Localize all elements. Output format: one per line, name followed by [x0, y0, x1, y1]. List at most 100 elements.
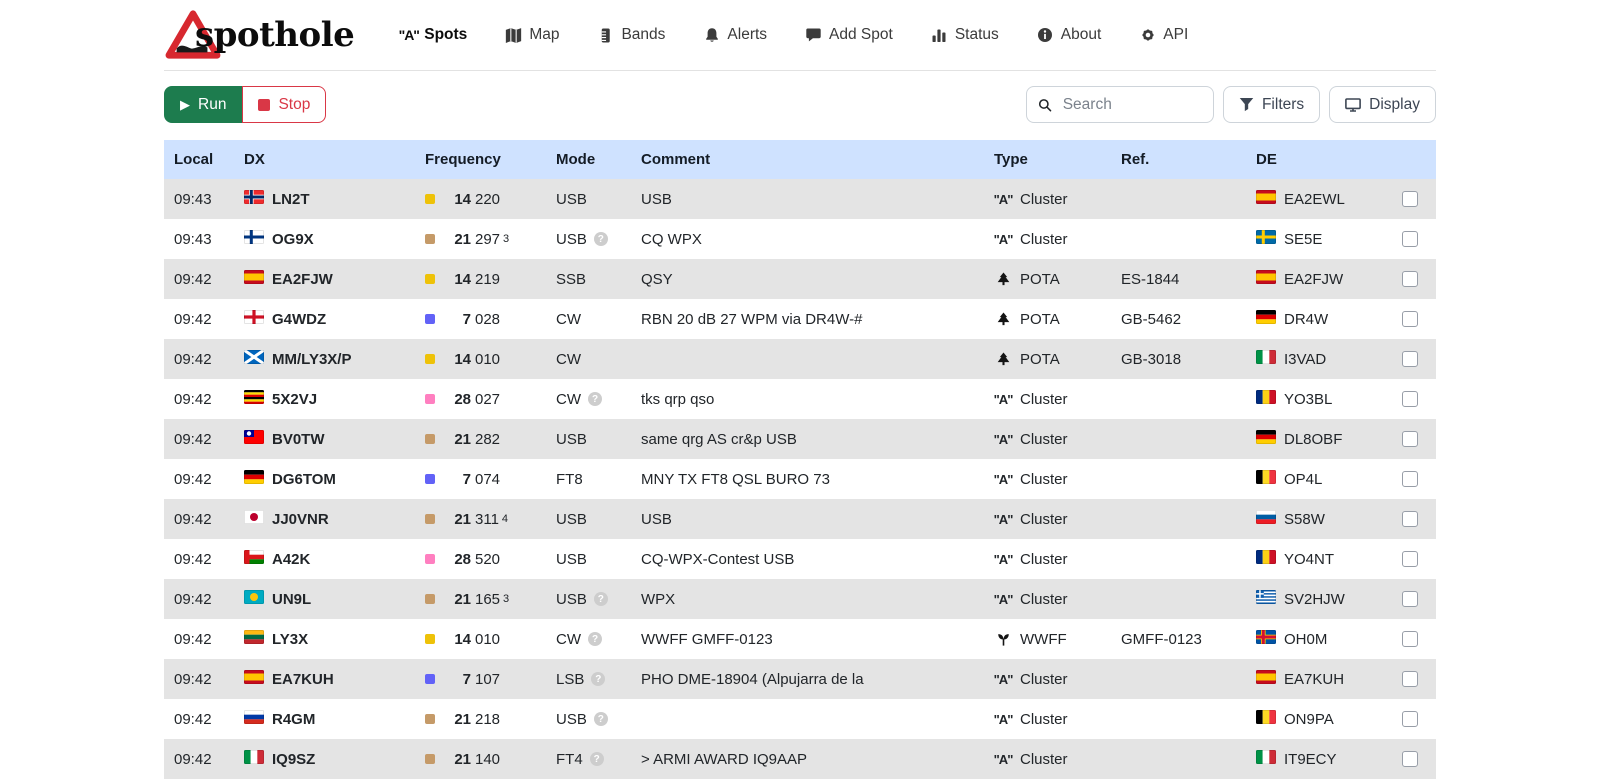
spot-comment: tks qrp qso: [631, 391, 984, 408]
stop-button[interactable]: Stop: [242, 86, 326, 123]
frequency-cell: 14 220: [417, 191, 546, 208]
spot-select-checkbox[interactable]: [1402, 471, 1418, 487]
frequency-khz: 140: [475, 751, 500, 768]
band-color-icon: [425, 394, 435, 404]
dx-flag-icon: [244, 270, 264, 288]
spot-select-checkbox[interactable]: [1402, 671, 1418, 687]
spots-icon: "A": [400, 27, 417, 44]
de-callsign[interactable]: YO3BL: [1284, 391, 1332, 408]
dx-callsign[interactable]: G4WDZ: [272, 311, 326, 328]
de-callsign[interactable]: SV2HJW: [1284, 591, 1345, 608]
mode-cell: SSB ?: [546, 271, 631, 288]
run-button[interactable]: ▶ Run: [164, 86, 242, 123]
de-callsign[interactable]: OP4L: [1284, 471, 1322, 488]
frequency-cell: 21 311 4: [417, 511, 546, 528]
spot-comment: MNY TX FT8 QSL BURO 73: [631, 471, 984, 488]
nav-item-add-spot[interactable]: Add Spot: [805, 26, 893, 44]
mode-help-icon[interactable]: ?: [594, 232, 608, 246]
dx-callsign[interactable]: EA7KUH: [272, 671, 334, 688]
mode-label: FT8: [556, 471, 583, 488]
dx-callsign[interactable]: BV0TW: [272, 431, 325, 448]
dx-callsign[interactable]: DG6TOM: [272, 471, 336, 488]
spot-select-checkbox[interactable]: [1402, 631, 1418, 647]
spot-ref: GMFF-0123: [1111, 631, 1246, 648]
spothole-logo[interactable]: spothole: [164, 9, 354, 61]
dx-callsign[interactable]: LY3X: [272, 631, 308, 648]
spot-select-checkbox[interactable]: [1402, 191, 1418, 207]
dx-cell: IQ9SZ: [234, 750, 417, 768]
de-callsign[interactable]: EA2EWL: [1284, 191, 1345, 208]
de-callsign[interactable]: DL8OBF: [1284, 431, 1342, 448]
frequency-mhz: 14: [448, 271, 471, 288]
nav-item-bands[interactable]: Bands: [597, 26, 665, 44]
nav-item-map[interactable]: Map: [505, 26, 559, 44]
de-callsign[interactable]: IT9ECY: [1284, 751, 1337, 768]
nav-item-spots[interactable]: "A"Spots: [400, 26, 467, 44]
type-cell: "A" Cluster: [984, 551, 1111, 568]
table-row: 09:43 OG9X 21 297 3 USB ? CQ WPX "A" Clu…: [164, 219, 1436, 259]
dx-callsign[interactable]: 5X2VJ: [272, 391, 317, 408]
de-callsign[interactable]: OH0M: [1284, 631, 1327, 648]
spot-select-checkbox[interactable]: [1402, 751, 1418, 767]
nav-item-alerts[interactable]: Alerts: [703, 26, 767, 44]
dx-callsign[interactable]: UN9L: [272, 591, 311, 608]
search-input[interactable]: [1061, 95, 1202, 115]
dx-callsign[interactable]: IQ9SZ: [272, 751, 315, 768]
display-button[interactable]: Display: [1329, 86, 1436, 123]
mode-help-icon[interactable]: ?: [588, 632, 602, 646]
mode-help-icon[interactable]: ?: [594, 592, 608, 606]
spot-select-checkbox[interactable]: [1402, 591, 1418, 607]
de-callsign[interactable]: SE5E: [1284, 231, 1322, 248]
spot-select-checkbox[interactable]: [1402, 351, 1418, 367]
mode-help-icon[interactable]: ?: [588, 392, 602, 406]
mode-cell: FT4 ?: [546, 751, 631, 768]
nav-item-status[interactable]: Status: [931, 26, 999, 44]
type-cell: "A" Cluster: [984, 591, 1111, 608]
dx-callsign[interactable]: R4GM: [272, 711, 315, 728]
type-icon: "A": [994, 672, 1012, 687]
de-callsign[interactable]: S58W: [1284, 511, 1325, 528]
dx-cell: OG9X: [234, 230, 417, 248]
mode-help-icon[interactable]: ?: [590, 752, 604, 766]
select-cell: [1394, 671, 1436, 687]
de-callsign[interactable]: YO4NT: [1284, 551, 1334, 568]
dx-callsign[interactable]: LN2T: [272, 191, 310, 208]
de-callsign[interactable]: DR4W: [1284, 311, 1328, 328]
spot-select-checkbox[interactable]: [1402, 311, 1418, 327]
dx-flag-icon: [244, 430, 264, 448]
nav-item-label: Map: [529, 26, 559, 44]
type-label: Cluster: [1020, 671, 1068, 688]
de-callsign[interactable]: I3VAD: [1284, 351, 1326, 368]
spot-select-checkbox[interactable]: [1402, 511, 1418, 527]
table-row: 09:42 EA2FJW 14 219 SSB ? QSY POTA ES-18…: [164, 259, 1436, 299]
spot-time: 09:42: [164, 671, 234, 688]
mode-cell: USB ?: [546, 431, 631, 448]
de-callsign[interactable]: ON9PA: [1284, 711, 1334, 728]
spot-select-checkbox[interactable]: [1402, 431, 1418, 447]
spot-ref: ES-1844: [1111, 271, 1246, 288]
spot-comment: WPX: [631, 591, 984, 608]
frequency-cell: 21 140: [417, 751, 546, 768]
spot-select-checkbox[interactable]: [1402, 231, 1418, 247]
spot-select-checkbox[interactable]: [1402, 271, 1418, 287]
mode-help-icon[interactable]: ?: [591, 672, 605, 686]
dx-callsign[interactable]: A42K: [272, 551, 310, 568]
dx-cell: A42K: [234, 550, 417, 568]
spot-time: 09:42: [164, 271, 234, 288]
de-callsign[interactable]: EA2FJW: [1284, 271, 1343, 288]
type-label: POTA: [1020, 351, 1060, 368]
dx-callsign[interactable]: EA2FJW: [272, 271, 333, 288]
dx-callsign[interactable]: MM/LY3X/P: [272, 351, 351, 368]
filters-button[interactable]: Filters: [1223, 86, 1320, 123]
mode-cell: FT8 ?: [546, 471, 631, 488]
nav-item-about[interactable]: About: [1037, 26, 1102, 44]
spot-select-checkbox[interactable]: [1402, 391, 1418, 407]
spot-select-checkbox[interactable]: [1402, 551, 1418, 567]
mode-help-icon[interactable]: ?: [594, 712, 608, 726]
de-cell: S58W: [1246, 510, 1394, 528]
dx-callsign[interactable]: OG9X: [272, 231, 314, 248]
spot-select-checkbox[interactable]: [1402, 711, 1418, 727]
dx-callsign[interactable]: JJ0VNR: [272, 511, 329, 528]
nav-item-api[interactable]: API: [1139, 26, 1188, 44]
de-callsign[interactable]: EA7KUH: [1284, 671, 1344, 688]
